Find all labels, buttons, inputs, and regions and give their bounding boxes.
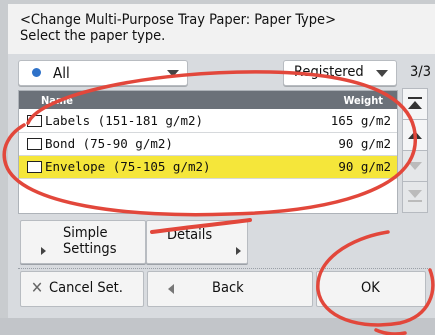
scroll-bottom-arrow-icon <box>408 190 422 198</box>
list-scrollbar <box>402 88 428 213</box>
scroll-bottom-button[interactable] <box>402 181 428 213</box>
simple-settings-label: Simple Settings <box>63 225 117 257</box>
chevron-right-icon <box>41 247 46 255</box>
chevron-right-icon <box>236 247 241 255</box>
bottom-bar: ✕ Cancel Set. Back OK <box>0 265 435 315</box>
paper-name: Envelope (75-105 g/m2) <box>45 159 211 174</box>
page-title: <Change Multi-Purpose Tray Paper: Paper … <box>20 12 336 28</box>
page-subtitle: Select the paper type. <box>20 28 166 44</box>
category-dropdown[interactable]: All <box>18 60 188 86</box>
paper-weight: 165 g/m2 <box>330 113 391 128</box>
labels-icon <box>27 115 42 127</box>
registered-dropdown-label: Registered <box>294 64 364 80</box>
filter-row: All Registered 3/3 <box>8 54 435 90</box>
footer <box>0 318 435 335</box>
column-weight: Weight <box>343 94 384 107</box>
chevron-down-icon <box>167 70 179 77</box>
bond-icon <box>27 138 42 150</box>
back-label: Back <box>212 280 244 296</box>
scroll-down-icon <box>408 162 422 170</box>
close-icon: ✕ <box>31 278 44 297</box>
header: <Change Multi-Purpose Tray Paper: Paper … <box>8 4 435 54</box>
list-header: Name Weight <box>19 91 397 109</box>
screen: <Change Multi-Purpose Tray Paper: Paper … <box>0 0 435 335</box>
paper-weight: 90 g/m2 <box>338 136 391 151</box>
scroll-top-button[interactable] <box>402 88 428 120</box>
page-indicator: 3/3 <box>410 64 431 80</box>
category-dropdown-label: All <box>53 64 70 82</box>
ok-button[interactable]: OK <box>316 271 426 307</box>
paper-row-bond[interactable]: Bond (75-90 g/m2) 90 g/m2 <box>19 133 397 156</box>
paper-name: Bond (75-90 g/m2) <box>45 136 173 151</box>
chevron-down-icon <box>376 70 388 77</box>
scroll-top-arrow-icon <box>408 101 422 109</box>
registered-dropdown[interactable]: Registered <box>283 60 397 86</box>
ok-label: OK <box>361 280 380 296</box>
scroll-bottom-icon <box>408 200 422 202</box>
paper-row-labels[interactable]: Labels (151-181 g/m2) 165 g/m2 <box>19 110 397 133</box>
details-label: Details <box>167 227 213 243</box>
scroll-up-button[interactable] <box>402 119 428 151</box>
details-button[interactable]: Details <box>146 220 248 264</box>
scroll-top-icon <box>408 97 422 99</box>
back-button[interactable]: Back <box>147 271 313 307</box>
paper-weight: 90 g/m2 <box>338 159 391 174</box>
paper-name: Labels (151-181 g/m2) <box>45 113 204 128</box>
cancel-label: Cancel Set. <box>49 280 123 296</box>
paper-row-envelope[interactable]: Envelope (75-105 g/m2) 90 g/m2 <box>19 156 397 179</box>
cancel-settings-button[interactable]: ✕ Cancel Set. <box>20 271 144 307</box>
simple-settings-button[interactable]: Simple Settings <box>20 220 146 264</box>
scroll-up-icon <box>408 131 422 139</box>
scroll-down-button[interactable] <box>402 150 428 182</box>
paper-type-list: Name Weight Labels (151-181 g/m2) 165 g/… <box>18 90 398 214</box>
column-name: Name <box>41 94 73 107</box>
back-arrow-icon <box>168 284 174 294</box>
all-dot-icon <box>32 68 41 77</box>
envelope-icon <box>27 161 42 173</box>
